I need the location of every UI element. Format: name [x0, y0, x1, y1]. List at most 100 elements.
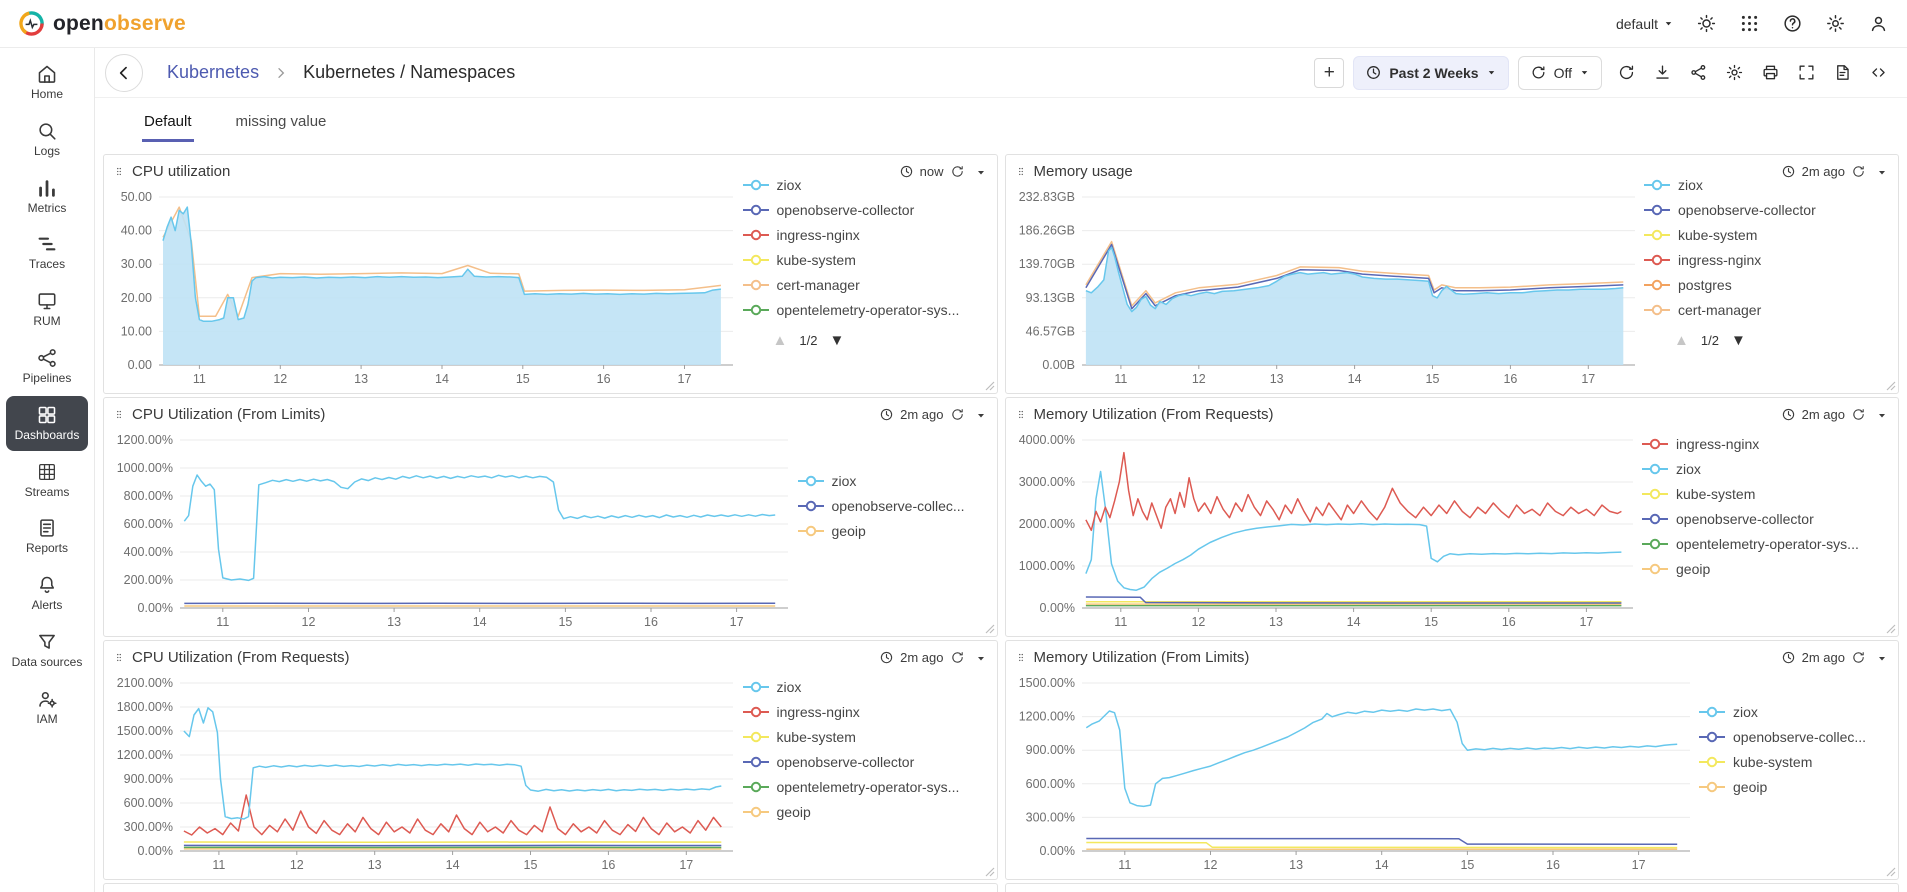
sidebar-item-data-sources[interactable]: Data sources [6, 623, 88, 678]
legend-item[interactable]: cert-manager [1644, 302, 1894, 318]
legend-label: geoip [1676, 561, 1710, 577]
top-app-bar: openobserve default [0, 0, 1907, 48]
sidebar-item-metrics[interactable]: Metrics [6, 169, 88, 224]
drag-handle-icon[interactable] [1016, 649, 1026, 666]
sidebar-item-streams[interactable]: Streams [6, 453, 88, 508]
sidebar-item-dashboards[interactable]: Dashboards [6, 396, 88, 451]
time-range-picker[interactable]: Past 2 Weeks [1353, 56, 1508, 90]
chevron-right-icon [273, 65, 289, 81]
legend-item[interactable]: ingress-nginx [1642, 436, 1894, 452]
apps-menu-button[interactable] [1739, 13, 1760, 34]
tab-missing-value[interactable]: missing value [234, 103, 329, 142]
sidebar-item-rum[interactable]: RUM [6, 282, 88, 337]
panel-title: CPU utilization [132, 163, 230, 180]
panel-title: CPU Utilization (From Limits) [132, 406, 325, 423]
panel-resize-handle-icon[interactable] [985, 624, 995, 634]
panel-resize-handle-icon[interactable] [1886, 381, 1896, 391]
legend-item[interactable]: openobserve-collector [743, 754, 993, 770]
legend-item[interactable]: kube-system [743, 729, 993, 745]
legend-item[interactable]: openobserve-collector [743, 202, 993, 218]
legend-item[interactable]: geoip [1642, 561, 1894, 577]
drag-handle-icon[interactable] [1016, 163, 1026, 180]
auto-refresh-picker[interactable]: Off [1518, 56, 1602, 90]
legend-item[interactable]: ziox [798, 473, 993, 489]
svg-text:15: 15 [524, 858, 538, 872]
legend-item[interactable]: ingress-nginx [743, 227, 993, 243]
refresh-button[interactable] [1611, 58, 1641, 88]
svg-text:15: 15 [1460, 858, 1474, 872]
query-inspector-button[interactable] [1863, 58, 1893, 88]
sidebar-item-iam[interactable]: IAM [6, 680, 88, 735]
panel-settings-button[interactable] [1719, 58, 1749, 88]
print-button[interactable] [1755, 58, 1785, 88]
legend-item[interactable]: kube-system [1644, 227, 1894, 243]
download-button[interactable] [1647, 58, 1677, 88]
legend-item[interactable]: opentelemetry-operator-sys... [743, 302, 993, 318]
org-selector[interactable]: default [1616, 16, 1674, 32]
drag-handle-icon[interactable] [1016, 406, 1026, 423]
legend-item[interactable]: postgres [1644, 277, 1894, 293]
panel-resize-handle-icon[interactable] [1886, 867, 1896, 877]
legend-item[interactable]: cert-manager [743, 277, 993, 293]
legend-item[interactable]: kube-system [743, 252, 993, 268]
legend-item[interactable]: geoip [743, 804, 993, 820]
legend-item[interactable]: openobserve-collec... [1699, 729, 1894, 745]
legend-item[interactable]: ziox [743, 679, 993, 695]
legend-item[interactable]: kube-system [1699, 754, 1894, 770]
legend-item[interactable]: ingress-nginx [1644, 252, 1894, 268]
panel-resize-handle-icon[interactable] [985, 867, 995, 877]
legend-item[interactable]: kube-system [1642, 486, 1894, 502]
legend-item[interactable]: ziox [1642, 461, 1894, 477]
legend-item[interactable]: ingress-nginx [743, 704, 993, 720]
legend-item[interactable]: geoip [798, 523, 993, 539]
chart-legend: ziox openobserve-collec... kube-system geoi… [1699, 645, 1894, 853]
theme-toggle-button[interactable] [1696, 13, 1717, 34]
add-panel-button[interactable]: + [1314, 58, 1344, 88]
legend-page-down-icon[interactable]: ▼ [829, 332, 844, 349]
fullscreen-icon [1797, 63, 1816, 82]
export-json-button[interactable] [1827, 58, 1857, 88]
panel-resize-handle-icon[interactable] [985, 381, 995, 391]
svg-text:4000.00%: 4000.00% [1018, 433, 1074, 447]
legend-item[interactable]: openobserve-collector [1642, 511, 1894, 527]
legend-page-down-icon[interactable]: ▼ [1731, 332, 1746, 349]
share-button[interactable] [1683, 58, 1713, 88]
legend-item[interactable]: geoip [1699, 779, 1894, 795]
drag-handle-icon[interactable] [114, 649, 124, 666]
svg-text:46.57GB: 46.57GB [1025, 324, 1074, 338]
legend-pagination: ▲1/2▼ [1644, 332, 1894, 349]
legend-item[interactable]: ziox [1699, 704, 1894, 720]
dashboard-panel-0: CPU utilizationnow0.0010.0020.0030.0040.… [103, 154, 998, 394]
sidebar-item-home[interactable]: Home [6, 55, 88, 110]
sidebar-item-logs[interactable]: Logs [6, 112, 88, 167]
legend-item[interactable]: ziox [1644, 177, 1894, 193]
sidebar-item-reports[interactable]: Reports [6, 509, 88, 564]
drag-handle-icon[interactable] [114, 406, 124, 423]
legend-item[interactable]: openobserve-collector [1644, 202, 1894, 218]
drag-handle-icon[interactable] [114, 163, 124, 180]
legend-page-up-icon[interactable]: ▲ [773, 332, 788, 349]
account-button[interactable] [1868, 13, 1889, 34]
legend-item[interactable]: ziox [743, 177, 993, 193]
sidebar-item-alerts[interactable]: Alerts [6, 566, 88, 621]
legend-item[interactable]: opentelemetry-operator-sys... [1642, 536, 1894, 552]
legend-item[interactable]: openobserve-collec... [798, 498, 993, 514]
back-button[interactable] [105, 54, 143, 92]
fullscreen-button[interactable] [1791, 58, 1821, 88]
legend-marker-icon [798, 500, 824, 512]
breadcrumb-dashboard-folder[interactable]: Kubernetes [167, 62, 259, 83]
legend-label: ziox [1678, 177, 1703, 193]
legend-label: opentelemetry-operator-sys... [777, 302, 960, 318]
settings-button[interactable] [1825, 13, 1846, 34]
svg-text:11: 11 [216, 615, 229, 629]
svg-text:12: 12 [273, 372, 287, 386]
sidebar-item-pipelines[interactable]: Pipelines [6, 339, 88, 394]
panel-resize-handle-icon[interactable] [1886, 624, 1896, 634]
openobserve-logo[interactable]: openobserve [18, 10, 186, 37]
legend-page-up-icon[interactable]: ▲ [1674, 332, 1689, 349]
legend-item[interactable]: opentelemetry-operator-sys... [743, 779, 993, 795]
legend-label: ingress-nginx [1676, 436, 1759, 452]
sidebar-item-traces[interactable]: Traces [6, 225, 88, 280]
tab-default[interactable]: Default [142, 103, 194, 142]
help-button[interactable] [1782, 13, 1803, 34]
